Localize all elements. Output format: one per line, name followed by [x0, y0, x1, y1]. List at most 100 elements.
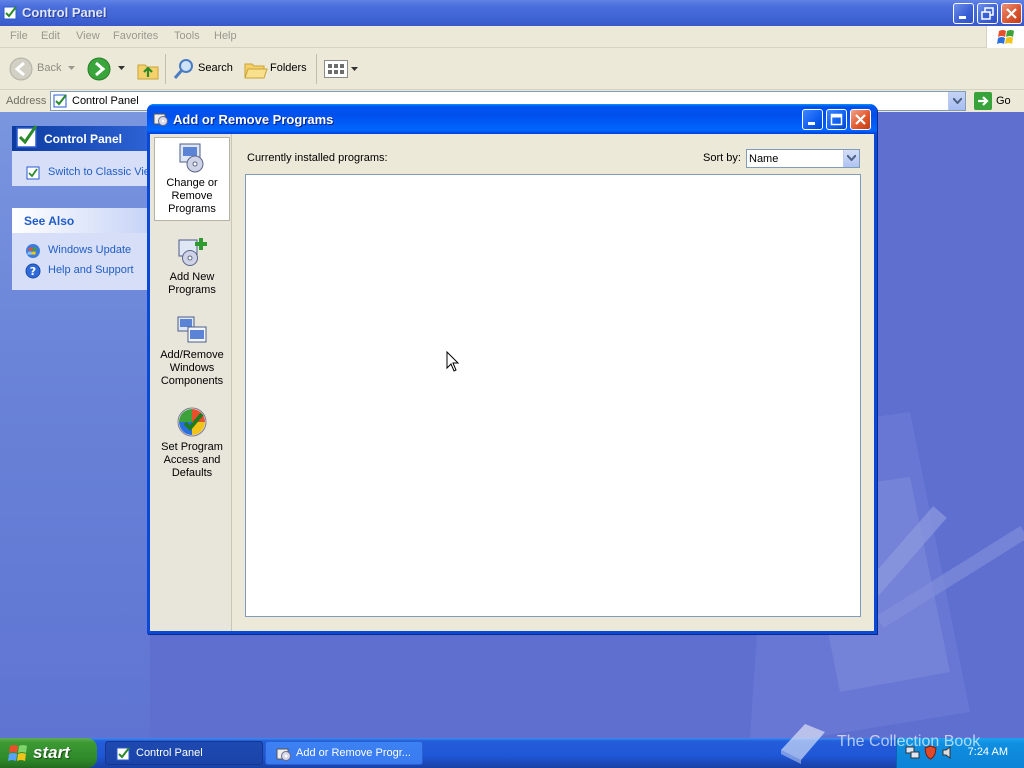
add-new-label: Add New Programs	[168, 271, 216, 296]
taskbar-control-panel-label: Control Panel	[136, 747, 203, 759]
program-access-defaults-button[interactable]: Set Program Access and Defaults	[154, 402, 230, 479]
control-panel-icon	[116, 747, 130, 761]
add-remove-programs-titlebar[interactable]: Add or Remove Programs	[147, 104, 877, 134]
change-remove-programs-button[interactable]: Change or Remove Programs	[154, 137, 230, 221]
chevron-down-icon	[847, 155, 856, 161]
add-remove-programs-icon	[153, 113, 168, 126]
go-arrow-icon	[974, 92, 992, 110]
dialog-title: Add or Remove Programs	[173, 112, 334, 127]
add-new-programs-button[interactable]: Add New Programs	[154, 232, 230, 298]
see-also-box: See Also Windows Update ? Help and Suppo…	[12, 208, 150, 290]
watermark-text: The Collection Book	[837, 733, 981, 750]
back-label: Back	[37, 62, 62, 74]
dialog-close-button[interactable]	[850, 109, 871, 130]
sort-by-value: Name	[749, 153, 779, 165]
close-icon	[1006, 8, 1017, 19]
task-pane: Control Panel Switch to Classic View See…	[0, 112, 150, 738]
address-dropdown-button[interactable]	[948, 92, 965, 110]
minimize-icon	[808, 122, 815, 125]
windows-update-link[interactable]: Windows Update	[48, 244, 131, 256]
change-remove-label: Change or Remove Programs	[166, 177, 218, 215]
back-arrow-icon	[9, 57, 33, 81]
toolbar-separator	[316, 54, 317, 84]
see-also-header[interactable]: See Also	[12, 208, 150, 233]
go-label: Go	[996, 95, 1011, 107]
views-button[interactable]	[322, 48, 358, 90]
chevron-down-icon	[118, 66, 125, 70]
address-value: Control Panel	[72, 95, 139, 107]
restore-icon	[981, 7, 994, 20]
menu-help[interactable]: Help	[214, 30, 237, 42]
control-panel-task-header[interactable]: Control Panel	[12, 125, 150, 151]
menu-bar: File Edit View Favorites Tools Help	[0, 26, 1024, 48]
start-label: start	[33, 743, 70, 762]
control-panel-titlebar[interactable]: Control Panel	[0, 0, 1024, 26]
switch-to-classic-view-link[interactable]: Switch to Classic View	[48, 166, 148, 178]
taskbar-add-remove-programs[interactable]: Add or Remove Progr...	[265, 741, 423, 765]
minimize-icon	[959, 16, 966, 19]
maximize-icon	[830, 113, 843, 126]
windows-flag-logo	[986, 26, 1024, 48]
svg-text:?: ?	[30, 265, 36, 278]
chevron-down-icon	[68, 66, 75, 70]
menu-edit[interactable]: Edit	[41, 30, 60, 42]
start-button[interactable]: start	[0, 738, 97, 768]
chevron-down-icon	[351, 67, 358, 71]
up-folder-icon	[137, 64, 159, 80]
forward-button[interactable]	[86, 48, 128, 90]
help-icon: ?	[25, 263, 41, 279]
dialog-sidebar: Change or Remove Programs Add New Progra…	[150, 134, 232, 631]
chevron-down-icon	[953, 98, 962, 104]
taskbar-add-remove-label: Add or Remove Progr...	[296, 747, 411, 759]
forward-arrow-icon	[87, 57, 111, 81]
menu-file[interactable]: File	[10, 30, 28, 42]
windows-components-button[interactable]: Add/Remove Windows Components	[154, 310, 230, 390]
sort-by-select[interactable]: Name	[746, 149, 860, 168]
add-remove-programs-window: Add or Remove Programs Change or Remove …	[147, 104, 877, 634]
cp-close-button[interactable]	[1001, 3, 1022, 24]
menu-tools[interactable]: Tools	[174, 30, 200, 42]
folders-icon	[244, 63, 268, 79]
search-icon	[173, 59, 193, 79]
control-panel-title: Control Panel	[22, 5, 107, 20]
control-panel-icon	[3, 6, 17, 20]
sort-by-label: Sort by:	[703, 152, 741, 164]
program-access-icon	[177, 407, 207, 437]
book-logo-icon	[781, 724, 825, 764]
back-button[interactable]: Back	[6, 48, 78, 90]
dialog-minimize-button[interactable]	[802, 109, 823, 130]
control-panel-icon	[16, 125, 38, 148]
dialog-main-panel: Currently installed programs: Sort by: N…	[232, 134, 874, 631]
dialog-body: Change or Remove Programs Add New Progra…	[150, 134, 874, 631]
folders-button[interactable]: Folders	[242, 48, 312, 90]
installed-programs-label: Currently installed programs:	[247, 152, 388, 164]
menu-view[interactable]: View	[76, 30, 100, 42]
installed-programs-list[interactable]	[245, 174, 861, 617]
change-remove-icon	[179, 143, 204, 173]
toolbar-separator	[165, 54, 166, 84]
windows-components-label: Add/Remove Windows Components	[160, 349, 224, 387]
control-panel-icon	[53, 94, 67, 108]
control-panel-task-box: Control Panel Switch to Classic View	[12, 125, 150, 186]
windows-components-icon	[177, 316, 207, 343]
windows-update-icon	[26, 244, 40, 258]
switch-view-icon	[26, 166, 40, 180]
standard-toolbar: Back Search Folders	[0, 48, 1024, 90]
close-icon	[855, 114, 866, 125]
taskbar-control-panel[interactable]: Control Panel	[105, 741, 263, 765]
search-button[interactable]: Search	[170, 48, 236, 90]
see-also-title: See Also	[24, 214, 75, 228]
menu-favorites[interactable]: Favorites	[113, 30, 158, 42]
add-new-icon	[178, 238, 207, 266]
windows-flag-icon	[8, 745, 27, 761]
help-and-support-link[interactable]: Help and Support	[48, 264, 134, 276]
cp-minimize-button[interactable]	[953, 3, 974, 24]
add-remove-programs-icon	[276, 748, 291, 761]
dialog-maximize-button[interactable]	[826, 109, 847, 130]
folders-label: Folders	[270, 62, 307, 74]
address-label: Address	[6, 95, 47, 107]
up-folder-button[interactable]	[135, 48, 161, 90]
go-button[interactable]: Go	[970, 91, 1020, 111]
cp-restore-button[interactable]	[977, 3, 998, 24]
sort-dropdown-button[interactable]	[843, 150, 859, 167]
